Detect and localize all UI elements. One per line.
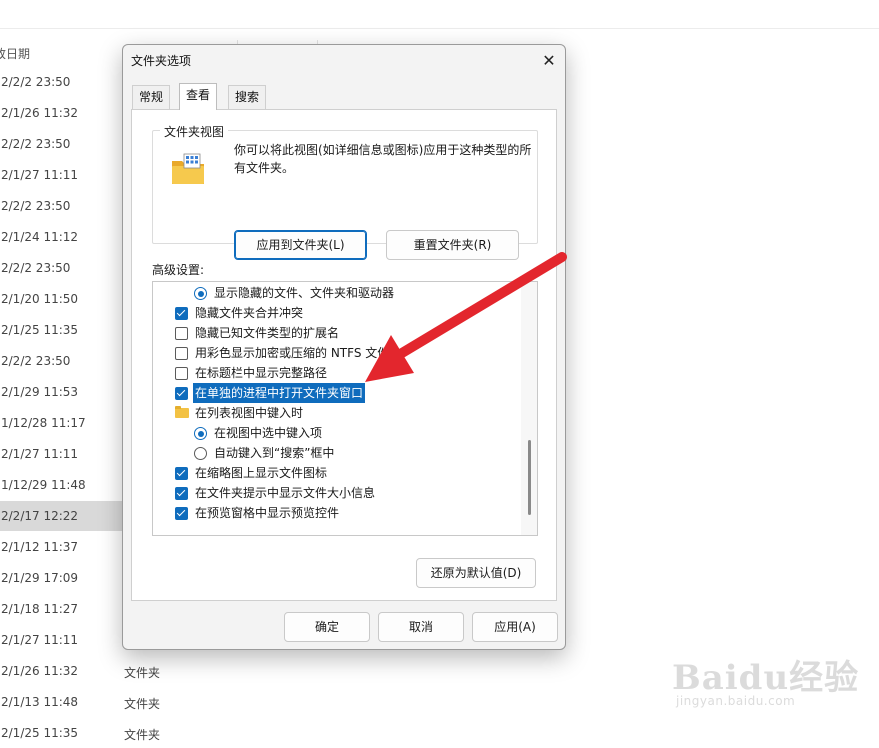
- view-tab-panel: 文件夹视图 你可以将此视图(如详细信息或图标)应用于这种类型的所有文件夹。 应用…: [131, 109, 557, 601]
- advanced-setting-label: 在标题栏中显示完整路径: [195, 366, 328, 380]
- file-row-date[interactable]: 2/1/25 11:35: [0, 315, 122, 345]
- apply-to-folders-button[interactable]: 应用到文件夹(L): [234, 230, 367, 260]
- file-row-date[interactable]: 2/1/20 11:50: [0, 284, 122, 314]
- checkbox-unchecked-icon[interactable]: [175, 347, 188, 360]
- advanced-setting-item[interactable]: 在列表视图中键入时: [153, 403, 519, 423]
- advanced-setting-label: 在预览窗格中显示预览控件: [195, 506, 340, 520]
- advanced-setting-label: 自动键入到“搜索”框中: [214, 446, 335, 460]
- advanced-settings-label: 高级设置:: [152, 263, 205, 277]
- advanced-setting-item[interactable]: 隐藏文件夹合并冲突: [153, 303, 519, 323]
- button-label: 取消: [408, 620, 433, 634]
- column-header-modified-date[interactable]: 改日期: [0, 45, 30, 62]
- advanced-setting-item[interactable]: 在单独的进程中打开文件夹窗口: [153, 383, 519, 403]
- file-row-date[interactable]: 2/1/27 11:11: [0, 439, 122, 469]
- advanced-setting-label: 显示隐藏的文件、文件夹和驱动器: [214, 286, 395, 300]
- advanced-setting-item[interactable]: 隐藏已知文件类型的扩展名: [153, 323, 519, 343]
- checkbox-checked-icon[interactable]: [175, 307, 188, 320]
- file-row-date[interactable]: 2/1/13 11:48: [0, 687, 122, 717]
- checkbox-checked-icon[interactable]: [175, 387, 188, 400]
- file-type-cell: 文件夹: [124, 697, 161, 711]
- baidu-watermark: Baidu经验 jingyan.baidu.com: [672, 650, 872, 730]
- close-button[interactable]: ✕: [535, 48, 563, 74]
- folder-view-description: 你可以将此视图(如详细信息或图标)应用于这种类型的所有文件夹。: [234, 143, 532, 175]
- file-row-date[interactable]: 2/1/27 11:11: [0, 625, 122, 655]
- file-row-date[interactable]: 2/2/2 23:50: [0, 129, 122, 159]
- file-row-date[interactable]: 1/12/28 11:17: [0, 408, 122, 438]
- advanced-setting-item[interactable]: 自动键入到“搜索”框中: [153, 443, 519, 463]
- watermark-logo: Baidu经验: [672, 658, 860, 698]
- advanced-setting-item[interactable]: 在缩略图上显示文件图标: [153, 463, 519, 483]
- radio-selected-icon[interactable]: [194, 287, 207, 300]
- advanced-setting-item[interactable]: 在文件夹提示中显示文件大小信息: [153, 483, 519, 503]
- scrollbar[interactable]: [521, 282, 537, 535]
- tab-general[interactable]: 常规: [132, 85, 171, 109]
- folder-view-icon: [172, 153, 204, 184]
- file-row-date[interactable]: 2/1/18 11:27: [0, 594, 122, 624]
- file-row-date[interactable]: 2/1/27 11:11: [0, 160, 122, 190]
- folder-icon: [175, 406, 189, 418]
- advanced-setting-item[interactable]: 在标题栏中显示完整路径: [153, 363, 519, 383]
- restore-defaults-button[interactable]: 还原为默认值(D): [416, 558, 536, 588]
- button-label: 确定: [314, 620, 339, 634]
- checkbox-unchecked-icon[interactable]: [175, 367, 188, 380]
- advanced-setting-label: 在单独的进程中打开文件夹窗口: [193, 383, 366, 403]
- file-row-date[interactable]: 2/1/29 11:53: [0, 377, 122, 407]
- radio-unselected-icon[interactable]: [194, 447, 207, 460]
- file-row-date[interactable]: 2/2/2 23:50: [0, 346, 122, 376]
- radio-selected-icon[interactable]: [194, 427, 207, 440]
- checkbox-checked-icon[interactable]: [175, 467, 188, 480]
- tab-view[interactable]: 查看: [179, 83, 218, 110]
- button-label: 还原为默认值(D): [430, 566, 522, 580]
- file-row-date[interactable]: 2/2/17 12:22: [0, 501, 122, 531]
- scrollbar-thumb[interactable]: [528, 440, 531, 515]
- file-row-date[interactable]: 2/1/24 11:12: [0, 222, 122, 252]
- advanced-setting-item[interactable]: 在预览窗格中显示预览控件: [153, 503, 519, 523]
- explorer-top-divider: [0, 28, 879, 29]
- reset-folders-button[interactable]: 重置文件夹(R): [386, 230, 519, 260]
- button-label: 应用到文件夹(L): [256, 238, 345, 252]
- file-row-date[interactable]: 2/2/2 23:50: [0, 191, 122, 221]
- file-row-date[interactable]: 2/2/2 23:50: [0, 253, 122, 283]
- advanced-setting-label: 在缩略图上显示文件图标: [195, 466, 328, 480]
- tab-label: 常规: [139, 90, 164, 104]
- folder-view-group-label: 文件夹视图: [160, 123, 229, 140]
- file-row-date[interactable]: 2/1/12 11:37: [0, 532, 122, 562]
- file-row-date[interactable]: 1/12/29 11:48: [0, 470, 122, 500]
- file-row-date[interactable]: 2/1/29 17:09: [0, 563, 122, 593]
- advanced-setting-item[interactable]: 用彩色显示加密或压缩的 NTFS 文件: [153, 343, 519, 363]
- close-icon: ✕: [542, 51, 556, 70]
- folder-options-dialog: 文件夹选项 ✕ 常规 查看 搜索 文件夹视图 你可以将此视图(如详细信息或图标)…: [122, 44, 566, 650]
- advanced-setting-label: 隐藏已知文件类型的扩展名: [195, 326, 340, 340]
- tab-search[interactable]: 搜索: [228, 85, 267, 109]
- checkbox-checked-icon[interactable]: [175, 487, 188, 500]
- file-row-date[interactable]: 2/1/26 11:32: [0, 656, 122, 686]
- advanced-setting-label: 隐藏文件夹合并冲突: [195, 306, 304, 320]
- advanced-setting-item[interactable]: 在视图中选中键入项: [153, 423, 519, 443]
- ok-button[interactable]: 确定: [284, 612, 370, 642]
- advanced-setting-item[interactable]: 显示隐藏的文件、文件夹和驱动器: [153, 283, 519, 303]
- advanced-setting-label: 用彩色显示加密或压缩的 NTFS 文件: [195, 346, 390, 360]
- tab-label: 搜索: [235, 90, 260, 104]
- advanced-settings-tree[interactable]: 显示隐藏的文件、文件夹和驱动器隐藏文件夹合并冲突隐藏已知文件类型的扩展名用彩色显…: [152, 281, 538, 536]
- tab-label: 查看: [186, 88, 211, 102]
- button-label: 重置文件夹(R): [413, 238, 492, 252]
- file-type-cell: 文件夹: [124, 728, 161, 742]
- advanced-setting-label: 在视图中选中键入项: [214, 426, 323, 440]
- file-row-date[interactable]: 2/2/2 23:50: [0, 67, 122, 97]
- file-row-date[interactable]: 2/1/26 11:32: [0, 98, 122, 128]
- checkbox-checked-icon[interactable]: [175, 507, 188, 520]
- checkbox-unchecked-icon[interactable]: [175, 327, 188, 340]
- advanced-setting-label: 在列表视图中键入时: [195, 406, 304, 420]
- watermark-url: jingyan.baidu.com: [676, 694, 796, 708]
- advanced-setting-label: 在文件夹提示中显示文件大小信息: [195, 486, 376, 500]
- cancel-button[interactable]: 取消: [378, 612, 464, 642]
- apply-button[interactable]: 应用(A): [472, 612, 558, 642]
- dialog-title: 文件夹选项: [131, 54, 192, 68]
- file-type-cell: 文件夹: [124, 666, 161, 680]
- file-row-date[interactable]: 2/1/25 11:35: [0, 718, 122, 748]
- button-label: 应用(A): [494, 620, 536, 634]
